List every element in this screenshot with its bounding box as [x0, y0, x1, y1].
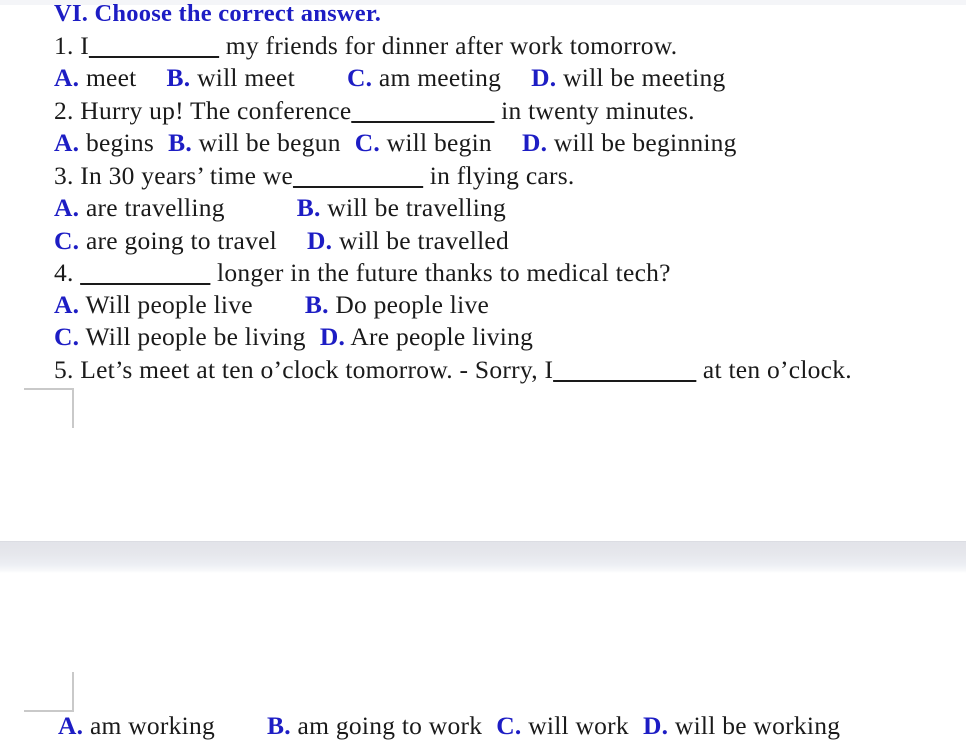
question-4-blank[interactable]: __________ — [80, 258, 210, 287]
question-1-options-row: A. meet B. will meet C. am meeting D. will … — [54, 65, 726, 91]
option-letter-a: A. — [54, 290, 80, 319]
option-letter-a: A. — [54, 128, 80, 157]
margin-corner-mark-bottom-left — [24, 672, 74, 712]
question-3-stem-before: In 30 years’ time we — [73, 161, 294, 190]
question-5-options-row: A. am working B. am going to work C. will … — [58, 713, 840, 739]
option-letter-c: C. — [346, 63, 373, 92]
question-1-stem: 1. I__________ my friends for dinner aft… — [54, 33, 677, 59]
question-4-stem: 4. __________ longer in the future thank… — [54, 260, 671, 286]
question-2-stem-after: in twenty minutes. — [494, 96, 695, 125]
option-letter-b: B. — [168, 128, 192, 157]
option-letter-a: A. — [54, 193, 80, 222]
option-letter-c: C. — [496, 711, 522, 740]
question-3-blank[interactable]: __________ — [293, 161, 423, 190]
margin-corner-mark-top-left — [24, 388, 74, 428]
question-1-number: 1. — [54, 31, 74, 60]
question-1-stem-before: I — [73, 31, 90, 60]
option-letter-a: A. — [58, 711, 84, 740]
option-letter-c: C. — [54, 226, 80, 255]
question-3-stem: 3. In 30 years’ time we__________ in fly… — [54, 163, 575, 189]
option-text-d[interactable]: will be meeting — [556, 63, 725, 92]
option-text-a[interactable]: am working — [83, 711, 215, 740]
question-5-stem: 5. Let’s meet at ten o’clock tomorrow. -… — [54, 357, 852, 383]
question-5-stem-after: at ten o’clock. — [696, 355, 852, 384]
option-letter-b: B. — [296, 193, 321, 222]
question-2-blank[interactable]: ___________ — [351, 96, 494, 125]
option-letter-c: C. — [354, 128, 381, 157]
question-2-stem: 2. Hurry up! The conference___________ i… — [54, 98, 695, 124]
option-text-d[interactable]: Are people living — [345, 322, 533, 351]
option-letter-d: D. — [521, 128, 548, 157]
question-4-stem-after: longer in the future thanks to medical t… — [210, 258, 671, 287]
question-4-number: 4. — [54, 258, 74, 287]
option-text-a[interactable]: meet — [79, 63, 136, 92]
option-text-a[interactable]: are travelling — [79, 193, 225, 222]
question-2-options-row: A. begins B. will be begun C. will begin D.… — [54, 130, 737, 156]
option-letter-c: C. — [54, 322, 80, 351]
question-3-options-row: C. are going to travel D. will be travell… — [54, 228, 509, 254]
question-4-options-row: A. Will people live B. Do people live — [54, 292, 489, 318]
option-text-c[interactable]: will work — [522, 711, 629, 740]
option-text-b[interactable]: will be travelling — [321, 193, 506, 222]
option-text-b[interactable]: am going to work — [291, 711, 482, 740]
option-letter-d: D. — [319, 322, 346, 351]
option-letter-a: A. — [54, 63, 80, 92]
question-5-stem-before: Let’s meet at ten o’clock tomorrow. - So… — [73, 355, 554, 384]
option-letter-b: B. — [166, 63, 191, 92]
option-text-c[interactable]: Will people be living — [79, 322, 306, 351]
option-text-b[interactable]: Do people live — [329, 290, 489, 319]
question-2-stem-before: Hurry up! The conference — [73, 96, 352, 125]
option-letter-b: B. — [267, 711, 291, 740]
question-3-stem-after: in flying cars. — [423, 161, 575, 190]
option-letter-b: B. — [304, 290, 329, 319]
question-1-blank[interactable]: __________ — [89, 31, 219, 60]
question-1-stem-after: my friends for dinner after work tomorro… — [219, 31, 678, 60]
question-5-blank[interactable]: ___________ — [553, 355, 696, 384]
option-text-d[interactable]: will be beginning — [547, 128, 737, 157]
document-view: VI. Choose the correct answer. 1. I_____… — [0, 0, 966, 751]
option-text-b[interactable]: will be begun — [192, 128, 341, 157]
exercise-heading: VI. Choose the correct answer. — [54, 0, 382, 27]
option-text-b[interactable]: will meet — [190, 63, 295, 92]
option-text-c[interactable]: am meeting — [372, 63, 501, 92]
page-break-gap — [0, 541, 966, 573]
question-5-number: 5. — [54, 355, 74, 384]
question-3-number: 3. — [54, 161, 74, 190]
option-text-c[interactable]: are going to travel — [79, 226, 277, 255]
option-letter-d: D. — [307, 226, 333, 255]
option-text-a[interactable]: Will people live — [79, 290, 253, 319]
option-text-d[interactable]: will be travelled — [332, 226, 509, 255]
option-text-c[interactable]: will begin — [380, 128, 492, 157]
option-letter-d: D. — [531, 63, 557, 92]
option-text-d[interactable]: will be working — [668, 711, 840, 740]
question-2-number: 2. — [54, 96, 74, 125]
question-4-options-row: C. Will people be living D. Are people li… — [54, 324, 533, 350]
question-3-options-row: A. are travelling B. will be travelling — [54, 195, 506, 221]
option-text-a[interactable]: begins — [79, 128, 154, 157]
option-letter-d: D. — [642, 711, 669, 740]
